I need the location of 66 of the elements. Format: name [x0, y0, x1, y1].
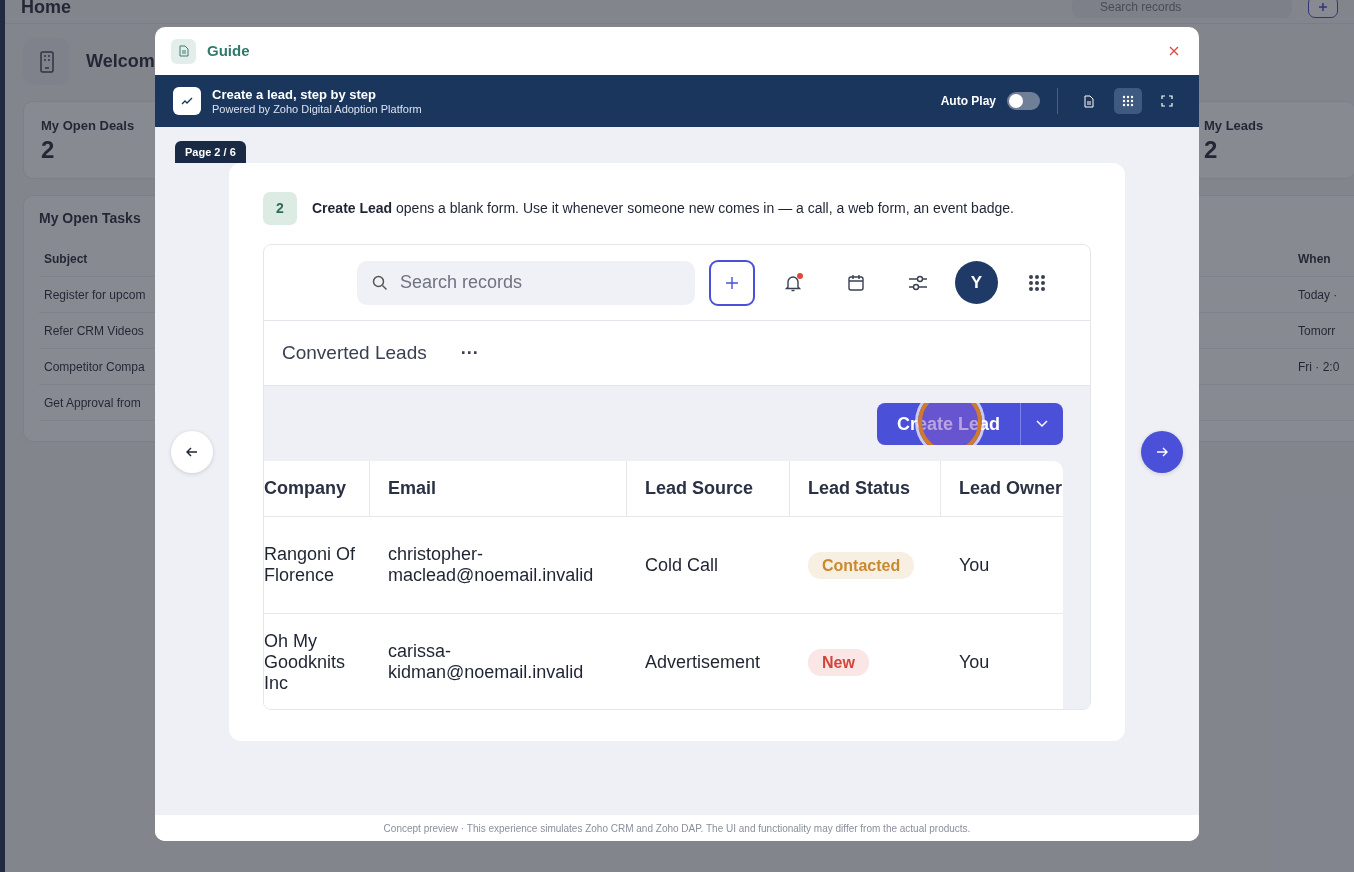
autoplay-toggle[interactable]: [1007, 92, 1040, 110]
column-header: Lead Owner: [958, 477, 1063, 500]
next-button[interactable]: [1141, 431, 1183, 473]
bell-icon: [784, 272, 804, 293]
column-header: Lead Status: [790, 461, 941, 516]
table-cell-text: christopher-maclead@noemail.invalid: [387, 543, 595, 587]
table-cell-text: Refer CRM Videos: [44, 322, 144, 340]
table-cell-text: Today ·: [1298, 286, 1339, 304]
avatar-button[interactable]: Y: [955, 261, 998, 304]
more-button[interactable]: ···: [460, 339, 479, 367]
trend-icon: [181, 97, 193, 105]
view-title: Converted Leads: [282, 340, 427, 365]
table-cell-text: Cold Call: [644, 553, 720, 577]
stat-value: 2: [41, 135, 55, 165]
card-title: My Open Tasks: [39, 209, 141, 228]
table-cell-text: carissa-kidman@noemail.invalid: [387, 640, 585, 684]
arrow-right-icon: [1156, 447, 1168, 457]
grid-icon: [1122, 94, 1134, 108]
dialog-title: Guide: [207, 40, 250, 61]
stat-value: 2: [1204, 135, 1218, 165]
page-indicator: Page 2 / 6: [175, 141, 246, 163]
dropdown-button[interactable]: [1020, 403, 1063, 445]
status-badge: New: [808, 648, 869, 676]
table-cell-text: Competitor Compa: [44, 358, 145, 376]
fullscreen-icon: [1161, 94, 1173, 108]
plus-icon: [1318, 1, 1328, 12]
autoplay-label: Auto Play: [940, 93, 996, 110]
table-cell-text: Rangoni Of Florence: [264, 543, 357, 587]
document-icon: [1083, 94, 1095, 108]
welcome-heading: Welcom: [86, 50, 155, 73]
sliders-icon: [908, 273, 928, 292]
column-header: When: [1298, 250, 1332, 268]
stat-label: My Leads: [1204, 117, 1264, 135]
table-cell-text: Fri · 2:0: [1298, 358, 1341, 376]
close-icon: [1169, 46, 1179, 56]
step-description: Create Lead opens a blank form. Use it whenever someone new comes in — a call, a web form, an event badge.: [312, 199, 1014, 218]
document-icon: [178, 45, 189, 57]
column-header: Subject: [44, 250, 88, 268]
table-cell-text: You: [958, 553, 991, 577]
search-icon: [372, 274, 388, 291]
page-title: Home: [21, 0, 71, 16]
add-button[interactable]: [1308, 0, 1338, 18]
step-number: 2: [263, 192, 297, 225]
tour-title: Create a lead, step by step: [212, 86, 377, 102]
plus-icon: [725, 275, 739, 290]
table-cell-text: Advertisement: [644, 650, 762, 674]
calendar-icon: [847, 273, 865, 292]
search-field[interactable]: Search records: [357, 260, 695, 305]
caret-icon: [1036, 420, 1048, 428]
stat-label: My Open Deals: [41, 117, 135, 135]
column-header: Lead Source: [627, 461, 790, 516]
building-icon: [39, 50, 54, 73]
previous-button[interactable]: [171, 431, 213, 473]
column-header: Email: [370, 461, 627, 516]
table-cell-text: Tomorr: [1298, 322, 1337, 340]
table-cell-text: Oh My Goodknits Inc: [264, 629, 347, 695]
table-cell-text: You: [958, 650, 991, 674]
tour-subtitle: Powered by Zoho Digital Adoption Platform: [212, 102, 422, 116]
table-cell-text: Register for upcom: [44, 286, 146, 304]
status-badge: Contacted: [808, 551, 915, 579]
add-button[interactable]: [709, 259, 755, 306]
grid-icon: [1028, 273, 1046, 292]
table-cell-text: Get Approval from: [44, 394, 141, 412]
view-button[interactable]: [1114, 88, 1142, 114]
arrow-left-icon: [186, 447, 198, 457]
column-header: Company: [264, 461, 370, 516]
